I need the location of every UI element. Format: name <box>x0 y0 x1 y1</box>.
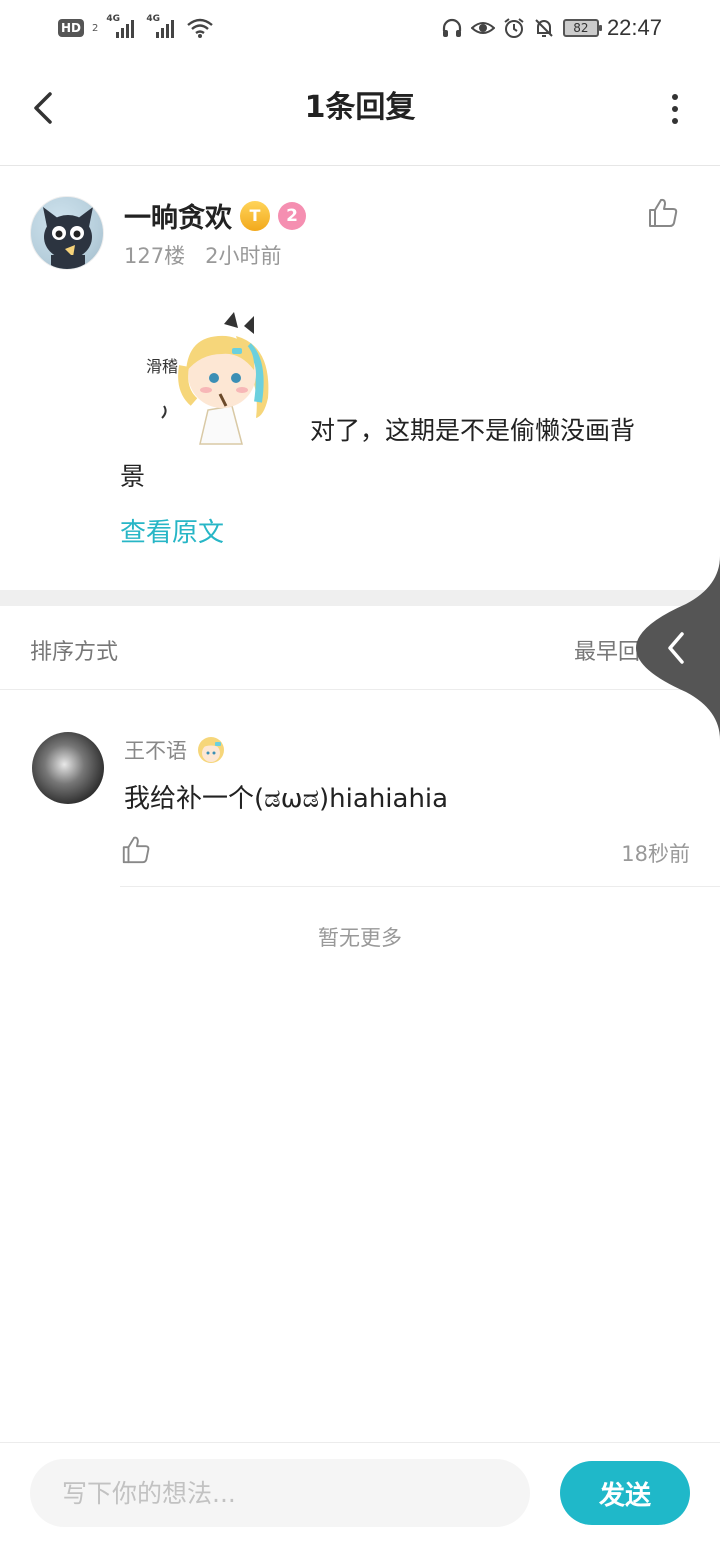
top-bar: 1条回复 <box>0 56 720 166</box>
post-text-line-1: 对了，这期是不是偷懒没画背 <box>310 416 636 445</box>
user-tag-avatar-icon <box>198 737 224 763</box>
more-options-icon[interactable] <box>670 94 680 124</box>
eye-icon <box>470 22 495 34</box>
signal-icon: 4G <box>106 14 138 40</box>
divider <box>120 886 720 887</box>
hd-sim-number: 2 <box>92 22 99 34</box>
post-time: 2小时前 <box>205 244 282 268</box>
clock: 22:47 <box>606 15 662 40</box>
send-button[interactable]: 发送 <box>560 1461 690 1525</box>
floor-number: 127楼 <box>124 244 186 268</box>
hd-voice-icon: HD <box>58 19 85 37</box>
sort-bar: 排序方式 最早回复 <box>0 606 720 690</box>
avatar[interactable] <box>30 196 104 270</box>
wifi-icon <box>187 18 214 38</box>
reply-username[interactable]: 王不语 <box>124 735 187 765</box>
comment-input[interactable] <box>30 1459 530 1527</box>
post-content: 对了，这期是不是偷懒没画背 景 <box>120 408 690 500</box>
username[interactable]: 一晌贪欢 <box>124 196 232 235</box>
mute-bell-icon <box>535 19 553 37</box>
headphones-icon <box>442 18 462 37</box>
level-badge: 2 <box>278 201 306 230</box>
page-title: 1条回复 <box>304 90 416 125</box>
end-of-list-text: 暂无更多 <box>318 926 402 950</box>
post-text-line-2: 景 <box>120 462 146 491</box>
battery-icon: 82 <box>562 19 602 37</box>
view-original-link[interactable]: 查看原文 <box>120 512 224 549</box>
reply-time: 18秒前 <box>621 842 690 866</box>
reply-content: 我给补一个(ಡωಡ)hiahiahia <box>124 784 449 814</box>
reply-avatar[interactable] <box>32 732 104 804</box>
thumbs-up-icon[interactable] <box>120 834 152 866</box>
status-bar: HD 2 4G 4G 82 22:47 <box>0 0 720 56</box>
signal-icon-2: 4G <box>146 14 178 40</box>
original-post: 一晌贪欢 T 2 127楼 2小时前 滑稽 对了，这期是不是偷懒没画背 景 查看… <box>0 166 720 590</box>
sort-label: 排序方式 <box>30 640 119 665</box>
reply-author: 王不语 <box>124 734 227 766</box>
section-divider <box>0 590 720 606</box>
reply-composer: 发送 <box>0 1442 720 1541</box>
member-badge-icon: T <box>240 200 270 231</box>
post-author: 一晌贪欢 T 2 <box>124 196 306 235</box>
cat-avatar-image <box>43 207 93 269</box>
reply-item: 王不语 我给补一个(ಡωಡ)hiahiahia 18秒前 <box>0 692 720 888</box>
status-left: HD 2 4G 4G <box>58 14 214 42</box>
post-meta: 127楼 2小时前 <box>124 240 281 270</box>
alarm-icon <box>504 18 524 38</box>
status-right: 82 22:47 <box>441 14 662 42</box>
sticker-caption: 滑稽 <box>146 357 178 376</box>
thumbs-up-icon[interactable] <box>646 196 680 230</box>
